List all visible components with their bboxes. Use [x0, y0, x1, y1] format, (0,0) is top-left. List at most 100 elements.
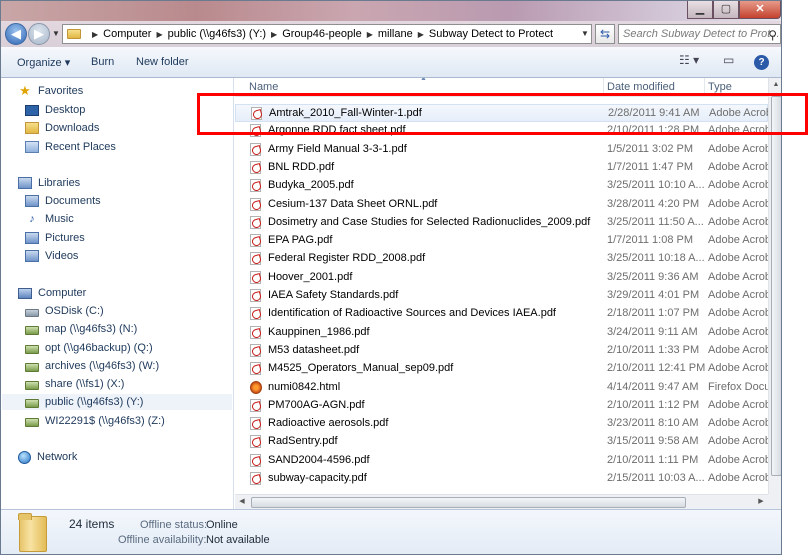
file-row[interactable]: Army Field Manual 3-3-1.pdf 1/5/2011 3:02… [235, 141, 768, 159]
sidebar-item-computer[interactable]: Computer [18, 285, 86, 301]
sidebar-item-drive-y[interactable]: public (\\g46fs3) (Y:) [2, 394, 232, 410]
vertical-scrollbar[interactable]: ▲ ▼ [768, 78, 781, 509]
scroll-up-arrow-icon[interactable]: ▲ [769, 78, 781, 92]
file-type: Adobe Acrob [708, 270, 768, 283]
file-list: ▲ Name Date modified Type Amtrak_2010_Fa… [235, 78, 768, 509]
sidebar-item-music[interactable]: ♪ Music [25, 211, 73, 227]
file-row[interactable]: SAND2004-4596.pdf 2/10/2011 1:11 PM Adobe … [235, 452, 768, 470]
refresh-button[interactable]: ⇆ [595, 24, 615, 44]
file-row[interactable]: RadSentry.pdf 3/15/2011 9:58 AM Adobe Acro… [235, 433, 768, 451]
help-icon[interactable]: ? [754, 55, 769, 70]
column-header-name[interactable]: Name [249, 81, 278, 93]
file-row[interactable]: IAEA Safety Standards.pdf 3/29/2011 4:01 … [235, 287, 768, 305]
breadcrumb-millane[interactable]: millane [378, 28, 413, 40]
sidebar-item-recent-places[interactable]: Recent Places [25, 139, 116, 155]
pdf-file-icon [250, 289, 261, 302]
file-row[interactable]: BNL RDD.pdf 1/7/2011 1:47 PM Adobe Acrob [235, 159, 768, 177]
address-dropdown-icon[interactable]: ▼ [579, 24, 591, 44]
search-icon[interactable]: ⚲ [768, 26, 777, 43]
sidebar-item-documents[interactable]: Documents [25, 193, 101, 209]
file-row[interactable]: Cesium-137 Data Sheet ORNL.pdf 3/28/2011 … [235, 196, 768, 214]
sidebar-item-downloads[interactable]: Downloads [25, 120, 99, 136]
sidebar-item-libraries[interactable]: Libraries [18, 175, 80, 191]
view-options-icon[interactable]: ☷ ▾ [679, 53, 699, 71]
sidebar-item-drive-c[interactable]: OSDisk (C:) [25, 303, 104, 319]
new-folder-button[interactable]: New folder [136, 56, 189, 68]
vertical-scroll-thumb[interactable] [771, 96, 781, 476]
preview-pane-icon[interactable]: ▭ [723, 53, 734, 71]
sidebar-item-drive-w[interactable]: archives (\\g46fs3) (W:) [25, 358, 159, 374]
file-row[interactable]: M4525_Operators_Manual_sep09.pdf 2/10/201… [235, 360, 768, 378]
chevron-right-icon[interactable]: ▶ [271, 30, 277, 39]
horizontal-scroll-thumb[interactable] [251, 497, 686, 508]
horizontal-scrollbar[interactable]: ◀ ▶ [235, 494, 768, 509]
sidebar-item-network[interactable]: Network [18, 449, 77, 465]
forward-button[interactable]: ▶ [28, 23, 50, 45]
file-row[interactable]: M53 datasheet.pdf 2/10/2011 1:33 PM Adobe … [235, 342, 768, 360]
file-date: 2/15/2011 10:03 A... [607, 472, 705, 484]
scroll-left-arrow-icon[interactable]: ◀ [235, 495, 249, 509]
sidebar-item-videos[interactable]: Videos [25, 248, 78, 264]
scroll-right-arrow-icon[interactable]: ▶ [754, 495, 768, 509]
chevron-right-icon[interactable]: ▶ [156, 30, 162, 39]
pdf-file-icon [250, 398, 261, 412]
command-bar: Organize ▾ Burn New folder ☷ ▾ ▭ ? [1, 47, 781, 78]
pdf-file-icon [250, 160, 261, 174]
file-name: subway-capacity.pdf [268, 472, 367, 484]
desktop-icon [25, 104, 39, 116]
file-row[interactable]: subway-capacity.pdf 2/15/2011 10:03 A... A… [235, 470, 768, 488]
column-header-date[interactable]: Date modified [607, 81, 675, 93]
back-button[interactable]: ◀ [5, 23, 27, 45]
chevron-right-icon[interactable]: ▶ [92, 30, 98, 39]
chevron-right-icon[interactable]: ▶ [418, 30, 424, 39]
breadcrumb-public[interactable]: public (\\g46fs3) (Y:) [168, 28, 266, 40]
breadcrumb-subway[interactable]: Subway Detect to Protect [429, 28, 553, 40]
file-name: Cesium-137 Data Sheet ORNL.pdf [268, 197, 438, 210]
file-date: 1/7/2011 1:47 PM [607, 160, 694, 173]
sidebar-item-favorites[interactable]: ★ Favorites [18, 83, 83, 99]
recent-pages-dropdown-icon[interactable]: ▼ [52, 29, 60, 38]
column-header-type[interactable]: Type [708, 81, 732, 93]
file-row[interactable]: Hoover_2001.pdf 3/25/2011 9:36 AM Adobe Ac… [235, 269, 768, 287]
chevron-right-icon[interactable]: ▶ [367, 30, 373, 39]
file-row[interactable]: Kauppinen_1986.pdf 3/24/2011 9:11 AM Adobe… [235, 324, 768, 342]
minimize-button[interactable]: ▁ [687, 1, 713, 19]
sidebar-item-drive-n[interactable]: map (\\g46fs3) (N:) [25, 321, 137, 337]
pdf-file-icon [250, 417, 261, 431]
file-type: Adobe Acrob [708, 362, 768, 375]
file-row[interactable]: PM700AG-AGN.pdf 2/10/2011 1:12 PM Adobe Ac… [235, 397, 768, 415]
file-row[interactable]: Federal Register RDD_2008.pdf 3/25/2011 1… [235, 250, 768, 268]
file-name: PM700AG-AGN.pdf [268, 398, 365, 411]
sidebar-item-desktop[interactable]: Desktop [25, 102, 85, 118]
network-drive-icon [25, 381, 39, 390]
address-bar[interactable]: ▶ Computer ▶ public (\\g46fs3) (Y:) ▶ Gr… [62, 24, 592, 44]
music-icon: ♪ [29, 213, 35, 225]
file-type: Adobe Acrob [708, 398, 768, 411]
search-input[interactable]: Search Subway Detect to Prot... ⚲ [618, 24, 781, 44]
sidebar-item-drive-x[interactable]: share (\\fs1) (X:) [25, 376, 124, 392]
sidebar-item-drive-z[interactable]: WI22291$ (\\g46fs3) (Z:) [25, 413, 165, 429]
file-row[interactable]: Dosimetry and Case Studies for Selected … [235, 214, 768, 232]
file-row[interactable]: Identification of Radioactive Sources an… [235, 305, 768, 323]
file-row[interactable]: Budyka_2005.pdf 3/25/2011 10:10 A... Adobe… [235, 177, 768, 195]
file-name: Radioactive aerosols.pdf [268, 417, 389, 430]
sidebar-item-drive-q[interactable]: opt (\\g46backup) (Q:) [25, 340, 153, 356]
organize-button[interactable]: Organize ▾ [17, 56, 70, 69]
sidebar-item-pictures[interactable]: Pictures [25, 230, 85, 246]
file-row[interactable]: EPA PAG.pdf 1/7/2011 1:08 PM Adobe Acrob [235, 232, 768, 250]
file-date: 3/25/2011 9:36 AM [607, 270, 699, 283]
file-row[interactable]: numi0842.html 4/14/2011 9:47 AM Firefox Do… [235, 379, 768, 397]
offline-availability-value: Not available [206, 534, 270, 546]
file-row[interactable]: Radioactive aerosols.pdf 3/23/2011 8:10 A… [235, 415, 768, 433]
scrollbar-corner [768, 494, 781, 509]
network-icon [18, 450, 31, 464]
close-button[interactable]: ✕ [739, 1, 781, 19]
explorer-window: ▁ ▢ ✕ ◀ ▶ ▼ ▶ Computer ▶ public (\\g46fs… [0, 0, 782, 555]
pdf-file-icon [250, 234, 261, 248]
burn-button[interactable]: Burn [91, 56, 114, 68]
title-bar[interactable]: ▁ ▢ ✕ [1, 1, 781, 21]
breadcrumb-computer[interactable]: Computer [103, 28, 151, 40]
pdf-file-icon [250, 325, 261, 339]
breadcrumb-group46[interactable]: Group46-people [282, 28, 362, 40]
maximize-button[interactable]: ▢ [713, 1, 739, 19]
